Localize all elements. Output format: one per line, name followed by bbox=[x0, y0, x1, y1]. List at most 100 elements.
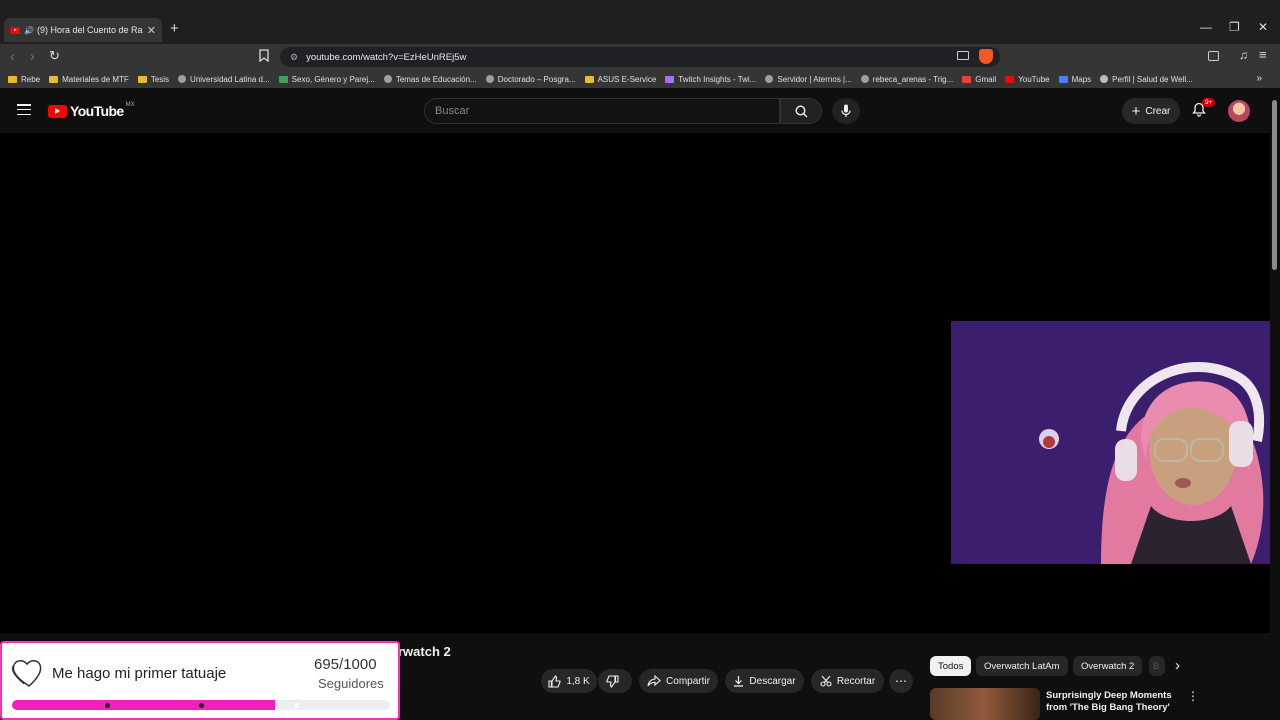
bookmark-item[interactable]: ASUS E-Service bbox=[584, 74, 657, 84]
chip-overwatch-latam[interactable]: Overwatch LatAm bbox=[976, 656, 1068, 676]
bookmark-item[interactable]: Temas de Educación... bbox=[383, 74, 477, 84]
youtube-icon bbox=[1005, 75, 1015, 83]
search-input[interactable]: Buscar bbox=[424, 98, 780, 124]
bookmark-label: Tesis bbox=[150, 74, 170, 84]
folder-icon bbox=[584, 75, 594, 83]
goal-title: Me hago mi primer tatuaje bbox=[52, 665, 227, 682]
menu-icon[interactable]: ≡ bbox=[1259, 47, 1267, 62]
bookmark-label: rebeca_arenas - Trig... bbox=[872, 74, 954, 84]
bookmark-label: YouTube bbox=[1018, 74, 1050, 84]
sidebar-icon[interactable] bbox=[1208, 51, 1219, 61]
chevron-right-icon[interactable]: › bbox=[1175, 657, 1180, 674]
download-button[interactable]: Descargar bbox=[725, 669, 804, 693]
folder-icon bbox=[137, 75, 147, 83]
webcam-overlay bbox=[951, 321, 1275, 564]
recommendation-thumbnail[interactable] bbox=[930, 688, 1040, 720]
restore-button[interactable]: ❐ bbox=[1229, 20, 1240, 34]
share-button[interactable]: Compartir bbox=[639, 669, 718, 693]
streamer-webcam-image bbox=[951, 321, 1275, 564]
heart-icon bbox=[11, 660, 42, 687]
site-icon bbox=[178, 75, 187, 83]
globe-icon bbox=[1100, 75, 1109, 83]
forward-icon[interactable]: › bbox=[30, 48, 35, 64]
bookmark-icon[interactable] bbox=[259, 49, 269, 67]
bookmark-label: Gmail bbox=[975, 74, 997, 84]
clip-button[interactable]: Recortar bbox=[811, 669, 884, 693]
youtube-favicon-icon bbox=[10, 26, 20, 34]
folder-icon bbox=[8, 75, 17, 83]
scrollbar-thumb[interactable] bbox=[1272, 100, 1277, 270]
video-title: rwatch 2 bbox=[398, 644, 451, 659]
bookmark-item[interactable]: Servidor | Aternos |... bbox=[765, 74, 852, 84]
bookmark-label: ASUS E-Service bbox=[597, 74, 657, 84]
search-button[interactable] bbox=[780, 98, 822, 124]
goal-marker bbox=[294, 703, 299, 708]
bookmark-item[interactable]: Tesis bbox=[137, 74, 170, 84]
hamburger-menu-icon[interactable] bbox=[17, 104, 31, 116]
more-bookmarks-icon[interactable]: » bbox=[1256, 73, 1262, 84]
more-actions-button[interactable]: ⋯ bbox=[889, 669, 913, 693]
speaker-icon[interactable]: 🔊 bbox=[24, 26, 34, 35]
reload-icon[interactable]: ↻ bbox=[49, 48, 60, 64]
bookmark-item[interactable]: YouTube bbox=[1005, 74, 1050, 84]
chip-todos[interactable]: Todos bbox=[930, 656, 972, 676]
bookmark-label: Materiales de MTF bbox=[62, 74, 129, 84]
bookmark-label: Temas de Educación... bbox=[395, 74, 477, 84]
bookmark-label: Maps bbox=[1071, 74, 1092, 84]
voice-search-button[interactable] bbox=[832, 98, 860, 124]
thumbs-up-icon bbox=[548, 674, 561, 688]
site-icon bbox=[383, 75, 392, 83]
bookmark-label: Sexo, Género y Parej... bbox=[291, 74, 375, 84]
bookmark-label: Servidor | Aternos |... bbox=[777, 74, 852, 84]
avatar[interactable] bbox=[1228, 100, 1250, 122]
minimize-button[interactable]: — bbox=[1200, 20, 1212, 34]
follower-goal-widget: Me hago mi primer tatuaje 695/1000 Segui… bbox=[0, 641, 400, 720]
goal-count: 695/1000 bbox=[314, 656, 377, 673]
brave-shield-icon[interactable] bbox=[979, 49, 993, 64]
youtube-logo[interactable]: YouTube MX bbox=[48, 102, 135, 119]
address-bar-row: ‹ › ↻ ⚙ youtube.com/watch?v=EzHeUnREj5w … bbox=[0, 44, 1280, 70]
bookmark-item[interactable]: Materiales de MTF bbox=[49, 75, 129, 84]
browser-tab[interactable]: 🔊 (9) Hora del Cuento de Rama ✕ bbox=[4, 18, 162, 42]
bookmark-label: Universidad Latina d... bbox=[190, 74, 270, 84]
chip-partial[interactable]: B bbox=[1149, 656, 1165, 676]
bookmark-label: Perfil | Salud de Well... bbox=[1112, 74, 1193, 84]
create-button[interactable]: + Crear bbox=[1122, 98, 1180, 124]
bookmark-item[interactable]: rebeca_arenas - Trig... bbox=[860, 74, 954, 84]
chip-overwatch-2[interactable]: Overwatch 2 bbox=[1073, 656, 1143, 676]
bookmark-item[interactable]: Perfil | Salud de Well... bbox=[1100, 75, 1193, 84]
bookmark-item[interactable]: Rebe bbox=[8, 75, 40, 84]
browser-tab-bar: 🔊 (9) Hora del Cuento de Rama ✕ + — ❐ ✕ bbox=[0, 0, 1280, 44]
bookmark-label: Twitch Insights - Twi... bbox=[678, 74, 757, 84]
scissors-icon bbox=[820, 675, 832, 687]
site-info-icon[interactable]: ⚙ bbox=[290, 52, 298, 63]
cast-icon[interactable] bbox=[957, 51, 969, 60]
url-field[interactable]: ⚙ youtube.com/watch?v=EzHeUnREj5w bbox=[280, 47, 1000, 67]
goal-progress-fill bbox=[12, 700, 275, 710]
more-vertical-icon[interactable]: ⋮ bbox=[1187, 689, 1199, 703]
recommendation-title[interactable]: Surprisingly Deep Moments from 'The Big … bbox=[1046, 690, 1176, 714]
bookmark-item[interactable]: Doctorado – Posgra... bbox=[485, 74, 576, 84]
notification-count-badge: 9+ bbox=[1202, 98, 1216, 107]
media-icon[interactable]: ♫ bbox=[1239, 48, 1248, 62]
close-window-button[interactable]: ✕ bbox=[1258, 20, 1268, 34]
more-horizontal-icon: ⋯ bbox=[895, 674, 907, 688]
bookmark-item[interactable]: Twitch Insights - Twi... bbox=[665, 75, 756, 84]
bookmark-label: Rebe bbox=[21, 74, 41, 84]
bookmarks-bar: Rebe Materiales de MTF Tesis Universidad La… bbox=[0, 70, 1280, 88]
bookmark-item[interactable]: Universidad Latina d... bbox=[178, 75, 270, 84]
search-icon bbox=[794, 104, 807, 117]
tab-close-icon[interactable]: ✕ bbox=[147, 24, 156, 37]
youtube-play-icon bbox=[48, 104, 67, 118]
new-tab-button[interactable]: + bbox=[170, 20, 179, 37]
bookmark-item[interactable]: Gmail bbox=[962, 75, 996, 84]
like-button[interactable]: 1,8 K bbox=[541, 669, 597, 693]
maps-icon bbox=[1058, 75, 1068, 83]
bookmark-item[interactable]: Maps bbox=[1058, 74, 1092, 84]
bookmark-label: Doctorado – Posgra... bbox=[497, 74, 576, 84]
goal-unit: Seguidores bbox=[318, 676, 384, 691]
bookmark-item[interactable]: Sexo, Género y Parej... bbox=[278, 74, 375, 84]
back-icon[interactable]: ‹ bbox=[10, 48, 15, 64]
dislike-button[interactable] bbox=[598, 669, 632, 693]
chart-icon bbox=[665, 75, 675, 83]
